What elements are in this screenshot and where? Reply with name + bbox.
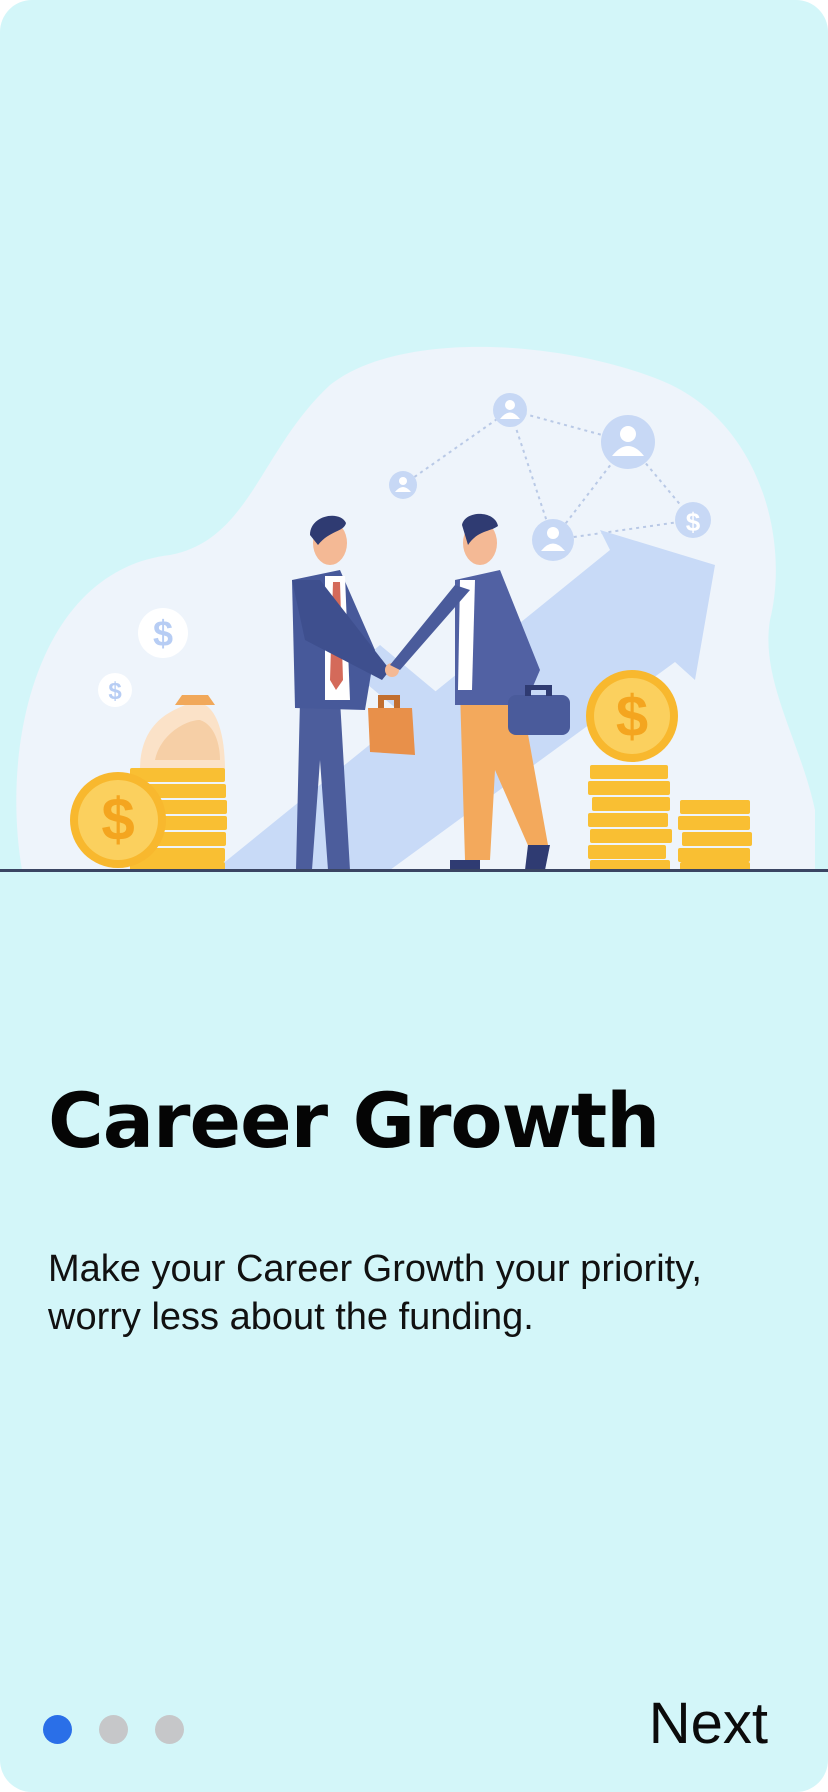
coin-dollar-symbol-right: $ bbox=[616, 684, 648, 749]
onboarding-screen: $ $ $ $ $ Career Growth Make your Career… bbox=[0, 0, 828, 1792]
network-dollar-symbol: $ bbox=[686, 507, 701, 537]
floating-dollar-symbol-small: $ bbox=[108, 678, 122, 705]
page-dot-2[interactable] bbox=[99, 1715, 128, 1744]
next-button[interactable]: Next bbox=[649, 1690, 768, 1757]
page-dot-3[interactable] bbox=[155, 1715, 184, 1744]
coin-dollar-symbol-left: $ bbox=[101, 786, 134, 853]
coin-stack-right-tall bbox=[588, 765, 672, 872]
onboarding-description: Make your Career Growth your priority, w… bbox=[48, 1248, 702, 1338]
floating-dollar-symbol-large: $ bbox=[153, 613, 173, 654]
career-growth-illustration: $ $ $ $ $ bbox=[0, 340, 828, 880]
page-dot-1[interactable] bbox=[43, 1715, 72, 1744]
network-dollar-icon: $ bbox=[675, 502, 711, 538]
coin-stack-right-short bbox=[678, 800, 752, 872]
page-indicator bbox=[43, 1715, 184, 1744]
onboarding-title: Career Growth bbox=[48, 1076, 660, 1165]
big-dollar-coin-right: $ bbox=[586, 670, 678, 762]
big-dollar-coin-left: $ bbox=[70, 772, 166, 868]
illustration-svg: $ $ $ $ $ bbox=[0, 346, 828, 872]
ground-line bbox=[0, 869, 828, 872]
